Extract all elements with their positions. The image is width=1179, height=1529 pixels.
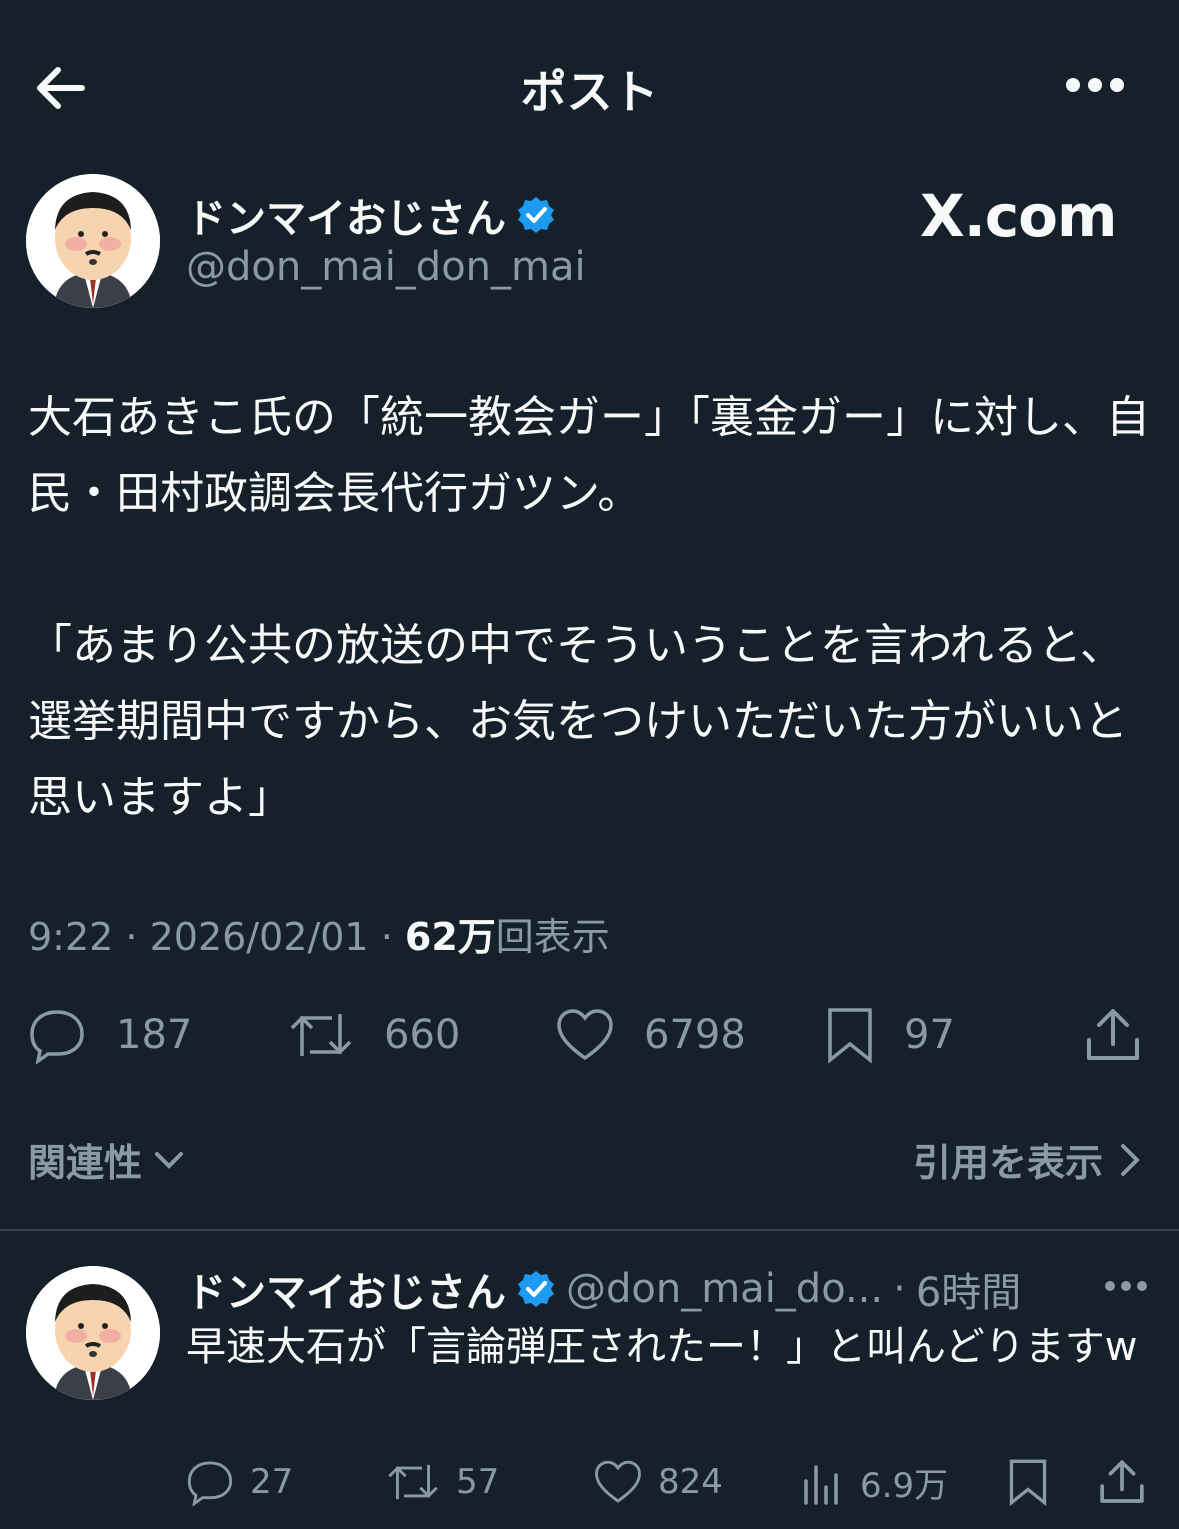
like-count: 6798	[644, 1012, 746, 1058]
reply-repost-count: 57	[456, 1462, 500, 1502]
reply-repost-button[interactable]: 57	[386, 1458, 499, 1506]
like-button[interactable]: 6798	[556, 1006, 746, 1064]
view-quotes-link[interactable]: 引用を表示	[913, 1132, 1143, 1187]
reply-more-options-icon[interactable]	[1104, 1276, 1148, 1296]
reply-count: 187	[116, 1012, 193, 1058]
author-handle[interactable]: @don_mai_don_mai	[186, 244, 586, 290]
reply-author-handle[interactable]: @don_mai_do...	[566, 1266, 883, 1312]
bookmark-icon[interactable]	[1006, 1458, 1050, 1506]
reply-button[interactable]: 187	[28, 1006, 192, 1064]
bookmark-icon	[828, 1008, 872, 1064]
tweet-text: 大石あきこ氏の「統一教会ガー」「裏金ガー」に対し、自民・田村政調会長代行ガツン。…	[28, 392, 1150, 823]
reply-text: 早速大石が「言論弾圧されたー！」と叫んどりますw	[186, 1324, 1138, 1370]
view-count[interactable]: 62万	[405, 915, 496, 959]
reply-reply-button[interactable]: 27	[186, 1458, 293, 1506]
repost-icon	[388, 1464, 438, 1500]
chevron-down-icon	[155, 1151, 184, 1169]
verified-badge-icon	[518, 1271, 554, 1307]
reply-avatar[interactable]	[26, 1266, 160, 1400]
reply-icon	[30, 1010, 84, 1064]
analytics-icon	[804, 1464, 838, 1505]
reply-icon	[187, 1461, 233, 1506]
avatar[interactable]	[26, 174, 160, 308]
page-title: ポスト	[520, 65, 659, 119]
reply-reply-count: 27	[250, 1462, 294, 1502]
reply-like-button[interactable]: 824	[594, 1458, 723, 1506]
author-name-row[interactable]: ドンマイおじさん	[186, 186, 556, 244]
reply-views-button[interactable]: 6.9万	[800, 1458, 948, 1507]
divider	[0, 1229, 1179, 1231]
share-icon[interactable]	[1084, 1006, 1142, 1064]
reply-author-name[interactable]: ドンマイおじさん	[186, 1260, 506, 1318]
share-icon[interactable]	[1098, 1458, 1146, 1506]
reply-header: ドンマイおじさん @don_mai_do... · 6時間	[186, 1260, 1021, 1318]
relevance-label: 関連性	[28, 1141, 143, 1185]
tweet-date: 2026/02/01	[149, 915, 369, 959]
reply-like-count: 824	[658, 1462, 723, 1502]
repost-icon	[290, 1014, 352, 1056]
repost-button[interactable]: 660	[288, 1006, 460, 1064]
reply-view-count: 6.9万	[860, 1466, 949, 1506]
view-label[interactable]: 回表示	[496, 915, 610, 959]
bookmark-button[interactable]: 97	[826, 1006, 955, 1064]
more-options-icon[interactable]	[1064, 70, 1126, 100]
verified-badge-icon	[518, 197, 554, 233]
author-name[interactable]: ドンマイおじさん	[186, 186, 506, 244]
tweet-meta: 9:22 · 2026/02/01 · 62万回表示	[28, 915, 610, 959]
heart-icon	[595, 1460, 641, 1503]
tweet-time: 9:22	[28, 915, 114, 959]
bookmark-count: 97	[904, 1012, 955, 1058]
view-quotes-label: 引用を表示	[912, 1141, 1103, 1185]
x-com-watermark: X.com	[920, 182, 1117, 250]
heart-icon	[557, 1009, 613, 1061]
reply-time[interactable]: 6時間	[916, 1260, 1021, 1318]
chevron-right-icon	[1121, 1143, 1140, 1176]
repost-count: 660	[384, 1012, 461, 1058]
relevance-dropdown[interactable]: 関連性	[28, 1132, 186, 1187]
